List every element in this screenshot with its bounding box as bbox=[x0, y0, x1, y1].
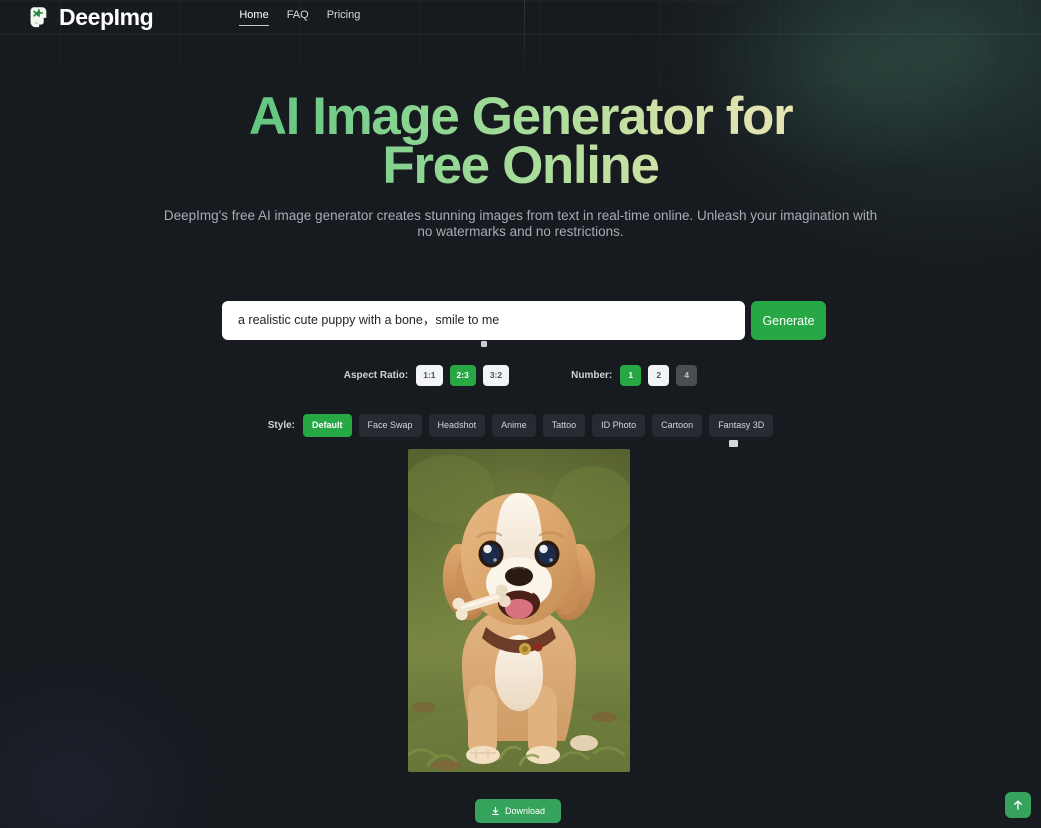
generated-image bbox=[408, 449, 630, 772]
page-root: DeepImg Home FAQ Pricing AI Image Genera… bbox=[0, 0, 1041, 828]
nav-item-faq[interactable]: FAQ bbox=[287, 10, 309, 24]
number-options: 1 2 4 bbox=[620, 365, 698, 386]
prompt-input-caret bbox=[480, 341, 487, 347]
result-corner-marker bbox=[729, 440, 738, 447]
aspect-ratio-3-2[interactable]: 3:2 bbox=[482, 365, 510, 386]
style-option-cartoon[interactable]: Cartoon bbox=[652, 414, 703, 437]
site-header: DeepImg Home FAQ Pricing bbox=[0, 0, 1041, 34]
aspect-ratio-1-1[interactable]: 1:1 bbox=[416, 365, 443, 386]
style-row: Style: Default Face Swap Headshot Anime … bbox=[0, 414, 1041, 437]
header-divider bbox=[0, 34, 1041, 35]
brand-name: DeepImg bbox=[59, 3, 154, 30]
number-group: Number: 1 2 4 bbox=[571, 365, 698, 386]
page-title-line-2: Online bbox=[502, 136, 659, 196]
nav-item-pricing[interactable]: Pricing bbox=[327, 10, 361, 24]
aspect-ratio-label: Aspect Ratio: bbox=[343, 369, 409, 381]
style-option-default[interactable]: Default bbox=[303, 414, 352, 437]
aspect-and-number-row: Aspect Ratio: 1:1 2:3 3:2 Number: 1 2 4 bbox=[0, 365, 1041, 386]
style-option-id-photo[interactable]: ID Photo bbox=[592, 414, 646, 437]
prompt-row: a realistic cute puppy with a bone，smile… bbox=[222, 301, 826, 347]
aspect-ratio-2-3[interactable]: 2:3 bbox=[449, 365, 476, 386]
download-button-label: Download bbox=[504, 806, 546, 816]
generated-image-container[interactable] bbox=[408, 449, 630, 772]
nav-item-home[interactable]: Home bbox=[239, 10, 270, 26]
brain-head-spark-icon bbox=[30, 7, 47, 28]
generate-button[interactable]: Generate bbox=[751, 301, 826, 340]
arrow-up-icon bbox=[1014, 800, 1022, 810]
number-option-2[interactable]: 2 bbox=[648, 365, 670, 386]
page-title: AI Image Generator for Free Online bbox=[201, 92, 841, 191]
page-subtitle: DeepImg's free AI image generator create… bbox=[163, 207, 878, 240]
number-option-1[interactable]: 1 bbox=[620, 365, 642, 386]
scroll-to-top-button[interactable] bbox=[1005, 792, 1031, 818]
download-button[interactable]: Download bbox=[475, 799, 561, 823]
style-option-tattoo[interactable]: Tattoo bbox=[542, 414, 586, 437]
style-group: Style: Default Face Swap Headshot Anime … bbox=[267, 414, 774, 437]
number-option-4[interactable]: 4 bbox=[676, 365, 698, 386]
download-icon bbox=[492, 806, 499, 815]
prompt-input-value: a realistic cute puppy with a bone，smile… bbox=[238, 313, 500, 328]
main-nav: Home FAQ Pricing bbox=[239, 10, 361, 26]
hero-section: AI Image Generator for Free Online DeepI… bbox=[0, 92, 1041, 241]
style-option-headshot[interactable]: Headshot bbox=[428, 414, 486, 437]
style-option-fantasy-3d[interactable]: Fantasy 3D bbox=[709, 414, 774, 437]
style-option-face-swap[interactable]: Face Swap bbox=[358, 414, 422, 437]
style-options: Default Face Swap Headshot Anime Tattoo … bbox=[303, 414, 774, 437]
number-label: Number: bbox=[571, 369, 613, 381]
background-glow-bottom-left bbox=[0, 658, 220, 828]
brand-logo[interactable]: DeepImg bbox=[26, 3, 154, 30]
aspect-ratio-group: Aspect Ratio: 1:1 2:3 3:2 bbox=[343, 365, 510, 386]
prompt-input[interactable]: a realistic cute puppy with a bone，smile… bbox=[222, 301, 745, 347]
style-label: Style: bbox=[267, 419, 295, 431]
style-option-anime[interactable]: Anime bbox=[492, 414, 536, 437]
aspect-ratio-options: 1:1 2:3 3:2 bbox=[416, 365, 510, 386]
